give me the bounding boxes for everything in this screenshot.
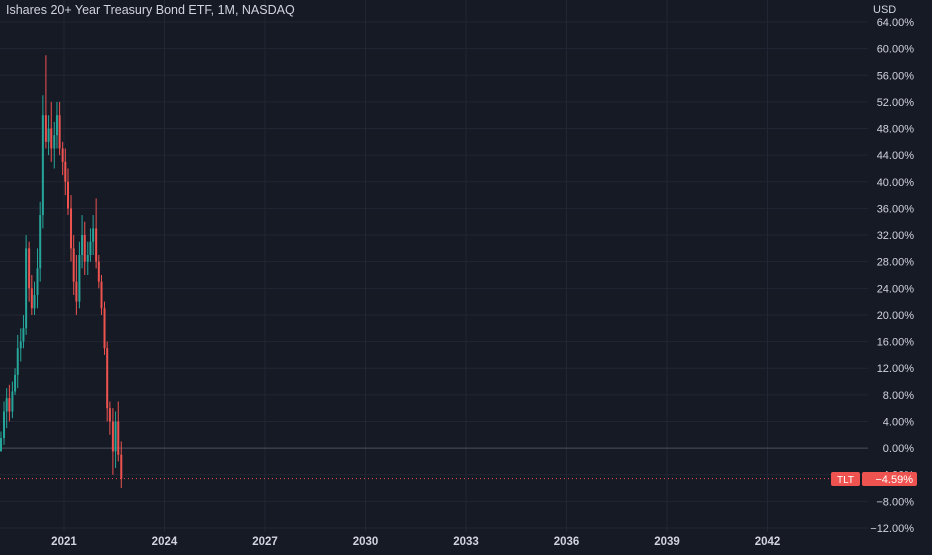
candle-body [72,248,75,282]
candle-body [3,411,6,439]
y-tick-label: 8.00% [883,390,914,402]
x-tick-label: 2021 [51,536,77,548]
candle-body [16,348,19,375]
y-tick-label: −12.00% [870,523,914,535]
candle-body [39,215,42,269]
candle-body [95,228,98,262]
y-tick-label: 44.00% [877,150,915,162]
candle-body [41,115,44,216]
y-tick-label: 4.00% [883,416,914,428]
y-tick-label: 60.00% [877,44,915,56]
price-tag: TLT −4.59% [831,472,917,486]
candle-body [78,255,81,302]
candle-body [55,115,58,136]
candle-body [106,348,109,409]
y-tick-label: 16.00% [877,337,915,349]
y-axis[interactable]: 64.00% 60.00% 56.00% 52.00% 48.00% 44.00% 40.0… [870,17,914,535]
candle-body [19,341,22,349]
x-axis[interactable]: 2021 2024 2027 2030 2033 2036 2039 2042 [51,536,780,548]
chart-container[interactable]: 64.00% 60.00% 56.00% 52.00% 48.00% 44.00% 40.0… [0,0,932,550]
candle-body [36,268,39,295]
candle-body [111,421,114,452]
candle-body [81,235,84,256]
y-tick-label: 28.00% [877,257,915,269]
candle-body [100,281,103,309]
candle-body [30,288,33,309]
y-tick-label: 36.00% [877,203,915,215]
x-tick-label: 2039 [654,536,680,548]
candle-body [8,398,11,412]
candle-body [83,235,86,262]
chart-title: Ishares 20+ Year Treasury Bond ETF, 1M, … [6,3,295,17]
price-tag-value: −4.59% [875,474,913,486]
candle-body [75,281,78,302]
candle-body [86,255,89,262]
price-tag-symbol: TLT [837,475,854,486]
candle-body [114,421,117,452]
y-tick-label: −8.00% [876,496,914,508]
candle-body [58,115,61,149]
x-tick-label: 2033 [453,536,479,548]
y-tick-label: 56.00% [877,70,915,82]
candle-body [67,181,70,209]
y-tick-label: 52.00% [877,97,915,109]
candle-body [61,148,64,162]
x-tick-label: 2027 [252,536,278,548]
candle-body [33,294,36,309]
grid-layer [0,0,868,532]
y-tick-label: 64.00% [877,17,915,29]
candle-body [120,454,123,479]
y-tick-label: 48.00% [877,124,915,136]
y-tick-label: 24.00% [877,283,915,295]
y-tick-label: 0.00% [883,443,914,455]
candle-body [108,408,111,422]
candle-body [25,248,28,329]
candle-body [97,261,100,282]
candle-body [64,161,67,182]
candle-body [11,391,14,412]
candle-body [47,128,50,142]
currency-label: USD [873,4,897,16]
candle-body [92,228,95,242]
x-tick-label: 2036 [554,536,580,548]
candle-body [117,421,120,455]
y-tick-label: 40.00% [877,177,915,189]
candle-layer [0,55,123,489]
candle-body [0,438,2,452]
chart-svg[interactable]: 64.00% 60.00% 56.00% 52.00% 48.00% 44.00% 40.0… [0,0,932,550]
x-tick-label: 2024 [152,536,178,548]
y-tick-label: 20.00% [877,310,915,322]
candle-body [44,115,47,142]
y-tick-label: 12.00% [877,363,915,375]
candle-body [89,241,92,256]
candle-body [5,398,8,412]
candle-body [28,248,31,289]
candle-body [22,328,25,342]
candle-body [53,135,56,149]
candle-body [50,128,53,149]
candle-body [103,308,106,349]
candle-body [14,374,17,392]
candle-body [70,208,73,249]
x-tick-label: 2030 [353,536,379,548]
y-tick-label: 32.00% [877,230,915,242]
x-tick-label: 2042 [755,536,781,548]
